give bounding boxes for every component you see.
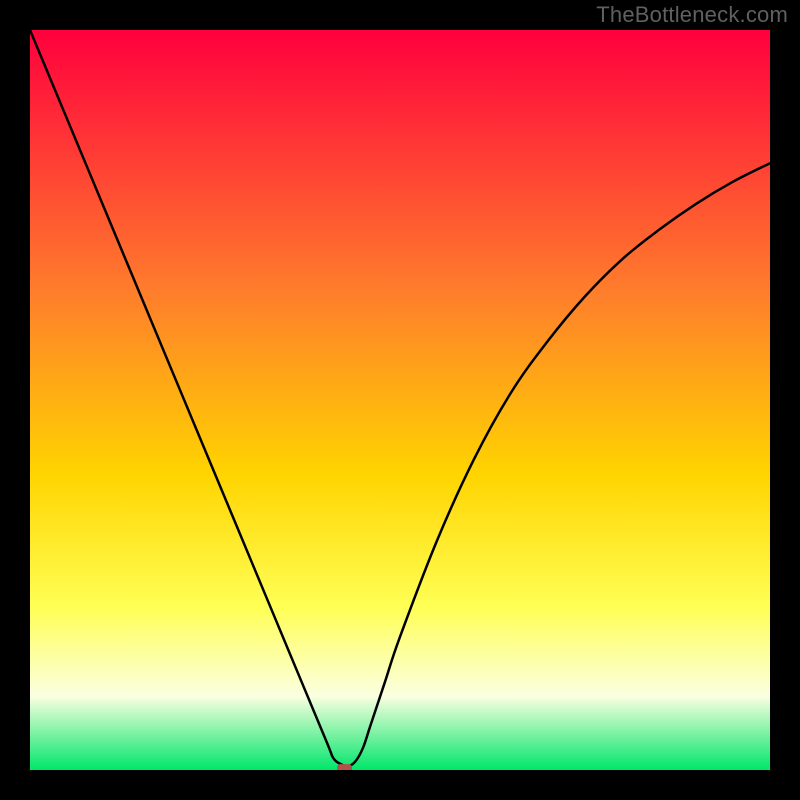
plot-area	[30, 30, 770, 770]
gradient-background	[30, 30, 770, 770]
chart-frame: TheBottleneck.com	[0, 0, 800, 800]
optimal-point-marker	[337, 764, 352, 770]
chart-svg	[30, 30, 770, 770]
watermark-text: TheBottleneck.com	[596, 2, 788, 28]
